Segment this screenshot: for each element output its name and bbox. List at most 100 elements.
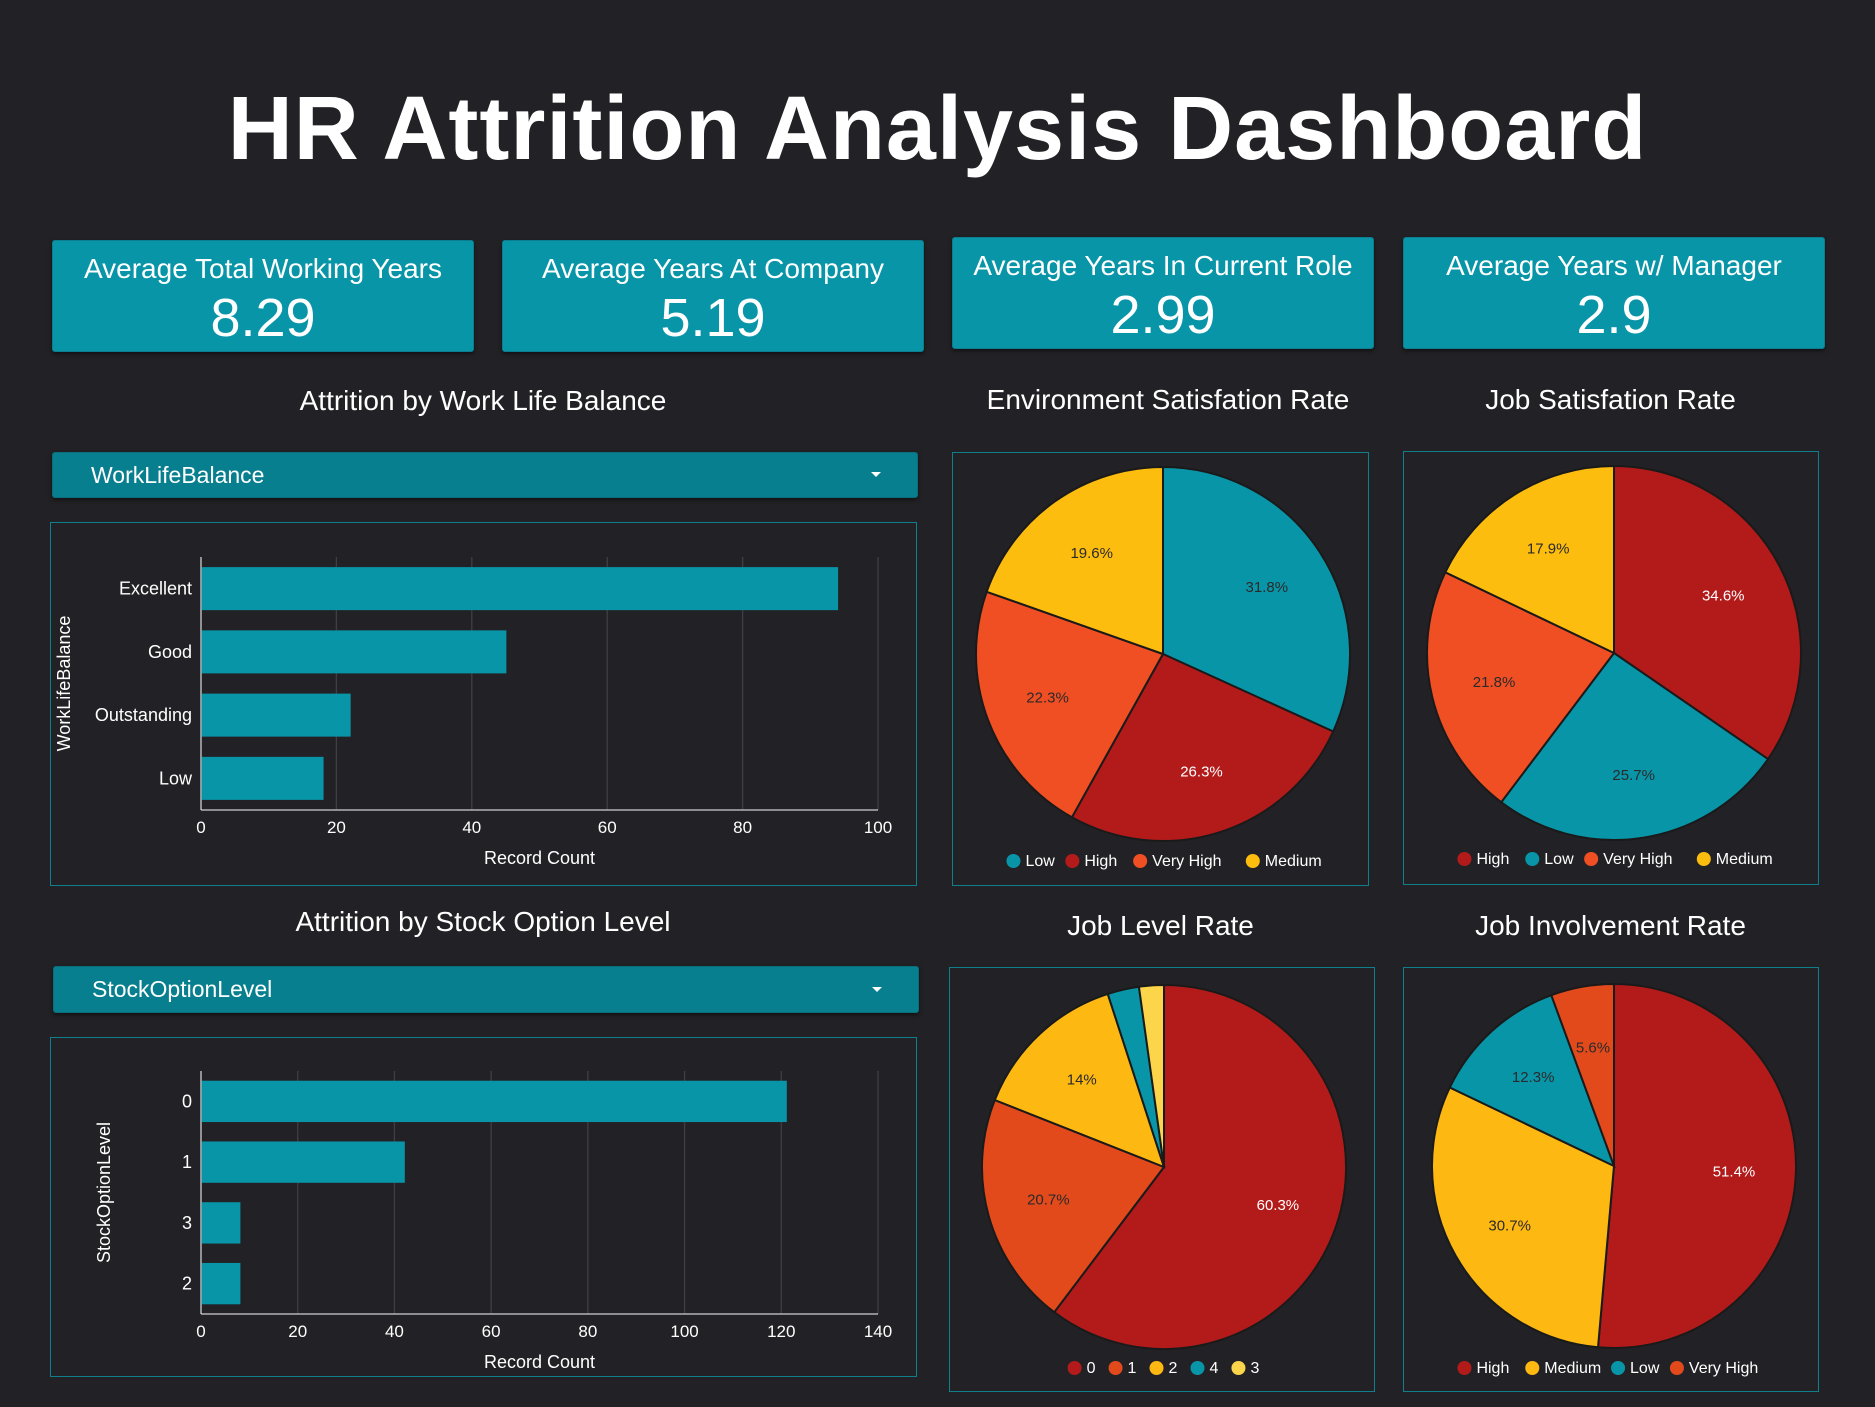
job-satisfaction-pie: 34.6% 25.7% 21.8% 17.9% High Low Very High Medi… <box>1426 464 1802 868</box>
legend-swatch <box>1696 852 1711 866</box>
x-tick-label: 60 <box>598 818 617 837</box>
x-tick-label: 0 <box>196 1322 205 1341</box>
y-axis-label: WorkLifeBalance <box>54 616 74 752</box>
stock-section-title: Attrition by Stock Option Level <box>295 906 671 937</box>
chevron-down-icon[interactable] <box>871 472 881 477</box>
kpi-card-years-at-company: Average Years At Company 5.19 <box>502 240 924 352</box>
x-tick-label: 60 <box>482 1322 501 1341</box>
x-tick-label: 80 <box>578 1322 597 1341</box>
x-tick-label: 40 <box>462 818 481 837</box>
slice-label: 14% <box>1067 1071 1097 1088</box>
kpi-value: 2.9 <box>1576 285 1652 345</box>
x-tick-label: 80 <box>733 818 752 837</box>
legend-swatch <box>1245 854 1260 868</box>
x-tick-label: 100 <box>670 1322 698 1341</box>
kpi-label: Average Total Working Years <box>83 253 442 284</box>
y-tick-label: 2 <box>182 1274 192 1294</box>
job-satisfaction-panel: 34.6% 25.7% 21.8% 17.9% High Low Very High Medi… <box>1403 451 1819 885</box>
legend-swatch <box>1006 854 1021 868</box>
bar[interactable] <box>201 1080 787 1123</box>
stock-chart-panel: 0 20 40 60 80 100 120 140 0 1 3 2 Record Count StockO… <box>50 1037 917 1377</box>
legend-label: Medium <box>1544 1360 1601 1377</box>
y-tick-label: Low <box>159 768 193 788</box>
job-level-panel: 60.3% 20.7% 14% 0 1 2 4 3 <box>949 967 1375 1392</box>
y-tick-label: 0 <box>182 1091 192 1111</box>
legend-label: 4 <box>1209 1360 1218 1377</box>
dashboard-title: HR Attrition Analysis Dashboard <box>227 79 1648 179</box>
kpi-label: Average Years At Company <box>542 253 884 284</box>
slice-label: 31.8% <box>1246 579 1289 596</box>
legend-label: Medium <box>1265 853 1322 870</box>
slice-label: 22.3% <box>1026 690 1069 707</box>
x-tick-label: 100 <box>864 818 892 837</box>
kpi-card-years-in-current-role: Average Years In Current Role 2.99 <box>952 237 1374 349</box>
legend-swatch <box>1133 854 1148 868</box>
slice-label: 5.6% <box>1576 1040 1610 1057</box>
stock-dropdown-value: StockOptionLevel <box>92 976 273 1002</box>
worklife-section-title: Attrition by Work Life Balance <box>299 385 667 416</box>
legend-label: 3 <box>1250 1360 1259 1377</box>
y-tick-label: Outstanding <box>95 705 192 725</box>
slice-label: 21.8% <box>1473 674 1516 691</box>
job-involvement-panel: 51.4% 30.7% 12.3% 5.6% High Medium Low Very Hig… <box>1403 967 1819 1392</box>
x-tick-label: 20 <box>327 818 346 837</box>
slice-label: 20.7% <box>1027 1191 1070 1208</box>
env-satisfaction-title: Environment Satisfation Rate <box>986 384 1350 415</box>
kpi-value: 5.19 <box>660 288 766 348</box>
env-satisfaction-pie: 31.8% 26.3% 22.3% 19.6% Low High Very High Medi… <box>975 465 1351 870</box>
bar[interactable] <box>201 630 507 674</box>
legend-swatch <box>1669 1361 1684 1375</box>
slice-label: 25.7% <box>1612 767 1655 784</box>
bar[interactable] <box>201 567 839 611</box>
x-tick-label: 140 <box>864 1322 892 1341</box>
bar[interactable] <box>201 756 324 800</box>
worklife-chart-panel: 0 20 40 60 80 100 Excellent Good Outstanding Low R… <box>50 522 917 886</box>
worklife-dropdown-value: WorkLifeBalance <box>91 461 265 488</box>
y-tick-label: Good <box>148 642 192 662</box>
legend-label: 2 <box>1169 1360 1178 1377</box>
x-tick-label: 120 <box>767 1322 795 1341</box>
x-tick-label: 40 <box>385 1322 404 1341</box>
legend-label: High <box>1084 853 1117 870</box>
worklife-dropdown[interactable]: WorkLifeBalance <box>52 452 918 498</box>
kpi-label: Average Years In Current Role <box>973 250 1353 281</box>
legend-label: High <box>1476 851 1509 868</box>
x-tick-label: 20 <box>288 1322 307 1341</box>
legend-label: High <box>1476 1360 1509 1377</box>
x-axis-label: Record Count <box>484 848 595 868</box>
kpi-card-years-with-manager: Average Years w/ Manager 2.9 <box>1403 237 1825 349</box>
legend-label: Very High <box>1689 1360 1758 1377</box>
x-tick-label: 0 <box>196 818 205 837</box>
slice-label: 51.4% <box>1713 1163 1756 1180</box>
bar[interactable] <box>201 693 351 737</box>
chevron-down-icon[interactable] <box>872 986 882 992</box>
slice-label: 12.3% <box>1512 1069 1555 1086</box>
legend-swatch <box>1584 852 1599 866</box>
bar[interactable] <box>201 1141 405 1183</box>
bar[interactable] <box>201 1202 241 1244</box>
stock-dropdown[interactable]: StockOptionLevel <box>53 966 919 1013</box>
bar[interactable] <box>201 1262 241 1305</box>
legend-label: Medium <box>1716 851 1773 868</box>
legend-swatch <box>1065 854 1080 868</box>
kpi-value: 2.99 <box>1110 285 1216 345</box>
y-tick-label: 1 <box>182 1152 192 1172</box>
job-level-title: Job Level Rate <box>1067 910 1254 941</box>
legend-swatch <box>1190 1361 1205 1375</box>
legend-swatch <box>1149 1361 1164 1375</box>
legend-label: Very High <box>1603 851 1672 868</box>
legend-swatch <box>1108 1361 1123 1375</box>
legend-label: Low <box>1630 1360 1660 1377</box>
worklife-bar-chart: 0 20 40 60 80 100 Excellent Good Outstanding Low R… <box>54 557 892 868</box>
legend-label: Low <box>1544 851 1574 868</box>
legend-swatch <box>1611 1361 1626 1375</box>
kpi-value: 8.29 <box>210 288 316 348</box>
slice-label: 17.9% <box>1527 541 1570 558</box>
pie-slice[interactable] <box>1596 982 1797 1349</box>
legend-swatch <box>1231 1361 1246 1375</box>
legend-label: Very High <box>1152 853 1221 870</box>
job-involvement-pie: 51.4% 30.7% 12.3% 5.6% High Medium Low Very Hig… <box>1431 982 1797 1377</box>
y-tick-label: Excellent <box>119 579 192 599</box>
slice-label: 60.3% <box>1257 1197 1300 1214</box>
job-level-pie: 60.3% 20.7% 14% 0 1 2 4 3 <box>981 983 1347 1377</box>
